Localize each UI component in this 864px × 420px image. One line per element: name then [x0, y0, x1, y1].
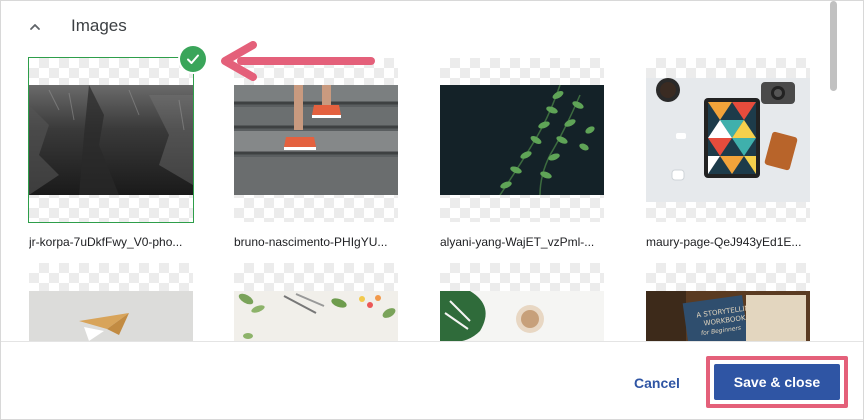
- image-filename-4: maury-page-QeJ943yEd1E...: [646, 235, 802, 249]
- image-thumbnail-desk-tablet: [646, 78, 810, 202]
- image-filename-2: bruno-nascimento-PHIgYU...: [234, 235, 388, 249]
- cancel-button[interactable]: Cancel: [623, 368, 691, 398]
- section-title: Images: [71, 16, 127, 35]
- image-tile-2[interactable]: [234, 58, 398, 222]
- save-and-close-button[interactable]: Save & close: [714, 364, 840, 400]
- image-tile-4[interactable]: [646, 58, 810, 222]
- image-picker-dialog: A STORYTELLING WORKBOOK for Beginners jr…: [0, 0, 864, 420]
- dialog-footer: Cancel Save & close: [1, 341, 863, 419]
- image-tile-3[interactable]: [440, 58, 604, 222]
- scrollbar[interactable]: [827, 1, 839, 341]
- image-tile-1[interactable]: [28, 57, 194, 223]
- image-filename-3: alyani-yang-WajET_vzPml-...: [440, 235, 595, 249]
- scrollbar-thumb[interactable]: [830, 1, 837, 91]
- chevron-up-icon: [30, 24, 40, 30]
- image-thumbnail-stairs: [234, 85, 398, 195]
- section-header: Images: [1, 1, 821, 53]
- collapse-button[interactable]: [23, 15, 47, 39]
- image-thumbnail-plant-dark: [440, 85, 604, 195]
- image-thumbnail-dark-texture: [29, 85, 193, 195]
- image-filename-1: jr-korpa-7uDkfFwy_V0-pho...: [29, 235, 183, 249]
